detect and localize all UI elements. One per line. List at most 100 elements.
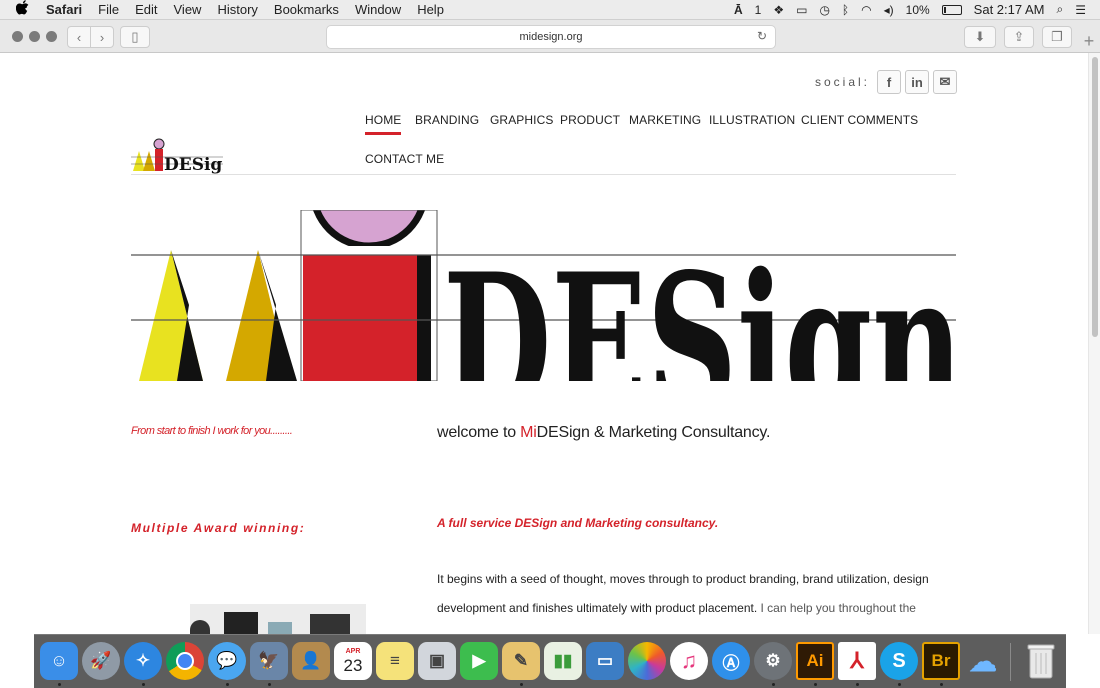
volume-icon[interactable]: ◂) xyxy=(884,3,894,17)
social-label: social: xyxy=(815,75,871,89)
award-image xyxy=(190,604,366,634)
pages-running-dot xyxy=(520,683,523,686)
time-machine-icon[interactable]: ◷ xyxy=(819,3,829,17)
welcome-text-mi: Mi xyxy=(520,424,537,441)
skype-running-dot xyxy=(898,683,901,686)
mac-menubar: Safari File Edit View History Bookmarks … xyxy=(0,0,1100,20)
keynote-icon[interactable]: ▭ xyxy=(586,642,624,680)
skype-icon[interactable]: S xyxy=(880,642,918,680)
menu-bookmarks[interactable]: Bookmarks xyxy=(274,2,339,17)
address-bar[interactable]: midesign.org ↻ xyxy=(326,25,776,49)
nav-branding[interactable]: BRANDING xyxy=(415,113,479,127)
menu-history[interactable]: History xyxy=(217,2,257,17)
nav-marketing[interactable]: MARKETING xyxy=(629,113,701,127)
calendar-month: APR xyxy=(345,647,361,655)
sidebar-toggle-icon[interactable]: ▯ xyxy=(120,26,150,48)
notification-center-icon[interactable]: ☰ xyxy=(1075,3,1086,17)
linkedin-icon[interactable]: in xyxy=(905,70,929,94)
acrobat-running-dot xyxy=(856,683,859,686)
close-window-button[interactable] xyxy=(12,31,23,42)
pages-icon[interactable]: ✎ xyxy=(502,642,540,680)
welcome-text-pre: welcome to xyxy=(437,424,521,441)
award-heading: Multiple Award winning: xyxy=(131,521,306,535)
numbers-icon[interactable]: ▮▮ xyxy=(544,642,582,680)
menu-view[interactable]: View xyxy=(174,2,202,17)
spotlight-icon[interactable]: ⌕ xyxy=(1057,2,1064,17)
notification-count[interactable]: 1 xyxy=(755,3,762,17)
nav-home[interactable]: HOME xyxy=(365,113,402,135)
nav-contact-me[interactable]: CONTACT ME xyxy=(365,152,444,166)
browser-toolbar: ‹ › ▯ midesign.org ↻ ⬇ ⇪ ❐ xyxy=(0,20,1100,53)
contacts-icon[interactable]: 👤 xyxy=(292,642,330,680)
menu-file[interactable]: File xyxy=(98,2,119,17)
bluetooth-icon[interactable]: ᛒ xyxy=(842,3,849,17)
illustrator-running-dot xyxy=(814,683,817,686)
dock-separator xyxy=(1010,643,1011,681)
calendar-icon[interactable]: APR 23 xyxy=(334,642,372,680)
launchpad-icon[interactable]: 🚀 xyxy=(82,642,120,680)
wifi-icon[interactable]: ◠ xyxy=(861,3,871,17)
forward-button[interactable]: › xyxy=(90,26,114,48)
welcome-text-post: DESign & Marketing Consultancy. xyxy=(536,424,771,441)
nav-graphics[interactable]: GRAPHICS xyxy=(490,113,553,127)
system-preferences-icon[interactable]: ⚙ xyxy=(754,642,792,680)
menu-app-name[interactable]: Safari xyxy=(46,2,82,17)
clock[interactable]: Sat 2:17 AM xyxy=(974,2,1045,17)
preview-icon[interactable]: 🦅 xyxy=(250,642,288,680)
back-button[interactable]: ‹ xyxy=(67,26,91,48)
finder-running-dot xyxy=(58,683,61,686)
messages-icon[interactable]: 💬 xyxy=(208,642,246,680)
facetime-icon[interactable]: ▶ xyxy=(460,642,498,680)
reload-icon[interactable]: ↻ xyxy=(757,29,767,43)
bridge-icon[interactable]: Br xyxy=(922,642,960,680)
menubar-status-area: Ā 1 ❖ ▭ ◷ ᛒ ◠ ◂) 10% Sat 2:17 AM ⌕ ☰ xyxy=(734,2,1086,17)
email-icon[interactable]: ✉ xyxy=(933,70,957,94)
battery-percent[interactable]: 10% xyxy=(906,3,930,17)
messages-running-dot xyxy=(226,683,229,686)
finder-icon[interactable]: ☺ xyxy=(40,642,78,680)
menu-edit[interactable]: Edit xyxy=(135,2,157,17)
downloads-icon[interactable]: ⬇ xyxy=(964,26,996,48)
minimize-window-button[interactable] xyxy=(29,31,40,42)
new-tab-icon[interactable]: + xyxy=(1078,31,1100,51)
dropbox-icon[interactable]: ❖ xyxy=(773,3,784,17)
share-icon[interactable]: ⇪ xyxy=(1004,26,1034,48)
calendar-day: 23 xyxy=(343,655,363,675)
menu-help[interactable]: Help xyxy=(417,2,444,17)
airplay-icon[interactable]: ▭ xyxy=(796,3,807,17)
tagline: From start to finish I work for you.....… xyxy=(131,425,293,437)
notes-icon[interactable]: ≡ xyxy=(376,642,414,680)
menu-window[interactable]: Window xyxy=(355,2,401,17)
nav-product[interactable]: PRODUCT xyxy=(560,113,620,127)
app-store-icon[interactable]: Ⓐ xyxy=(712,642,750,680)
site-logo[interactable]: DESign xyxy=(131,133,235,175)
intro-paragraph-line-2: development and finishes ultimately with… xyxy=(437,601,916,615)
mac-dock: ☺ 🚀 ✧ 💬 🦅 👤 APR 23 ≡ ▣ ▶ ✎ ▮▮ ▭ ♫ Ⓐ ⚙ Ai… xyxy=(34,634,1066,688)
chrome-icon[interactable] xyxy=(166,642,204,680)
battery-icon[interactable] xyxy=(941,4,962,15)
page-scrollbar[interactable] xyxy=(1088,53,1100,634)
adobe-status-icon[interactable]: Ā xyxy=(734,3,743,17)
safari-icon[interactable]: ✧ xyxy=(124,642,162,680)
welcome-heading: welcome to MiDESign & Marketing Consulta… xyxy=(437,424,770,442)
itunes-icon[interactable]: ♫ xyxy=(670,642,708,680)
nav-client-comments[interactable]: CLIENT COMMENTS xyxy=(801,113,918,127)
nav-illustration[interactable]: ILLUSTRATION xyxy=(709,113,795,127)
para2-black: development and finishes ultimately with… xyxy=(437,601,761,615)
logo-text: DESign xyxy=(164,155,223,175)
web-page: social: f in ✉ DESign HOME BRANDING GRAP… xyxy=(0,53,1088,634)
apple-menu-icon[interactable] xyxy=(15,0,32,19)
nav-divider xyxy=(131,174,956,175)
illustrator-icon[interactable]: Ai xyxy=(796,642,834,680)
facebook-icon[interactable]: f xyxy=(877,70,901,94)
acrobat-icon[interactable]: ⅄ xyxy=(838,642,876,680)
photo-booth-icon[interactable]: ▣ xyxy=(418,642,456,680)
para2-gray: I can help you throughout the xyxy=(760,601,916,615)
tabs-overview-icon[interactable]: ❐ xyxy=(1042,26,1072,48)
icloud-icon[interactable]: ☁ xyxy=(964,642,1002,680)
zoom-window-button[interactable] xyxy=(46,31,57,42)
scrollbar-thumb[interactable] xyxy=(1092,57,1098,337)
photos-icon[interactable] xyxy=(628,642,666,680)
trash-icon[interactable] xyxy=(1022,642,1060,680)
intro-paragraph-line-1: It begins with a seed of thought, moves … xyxy=(437,572,929,586)
